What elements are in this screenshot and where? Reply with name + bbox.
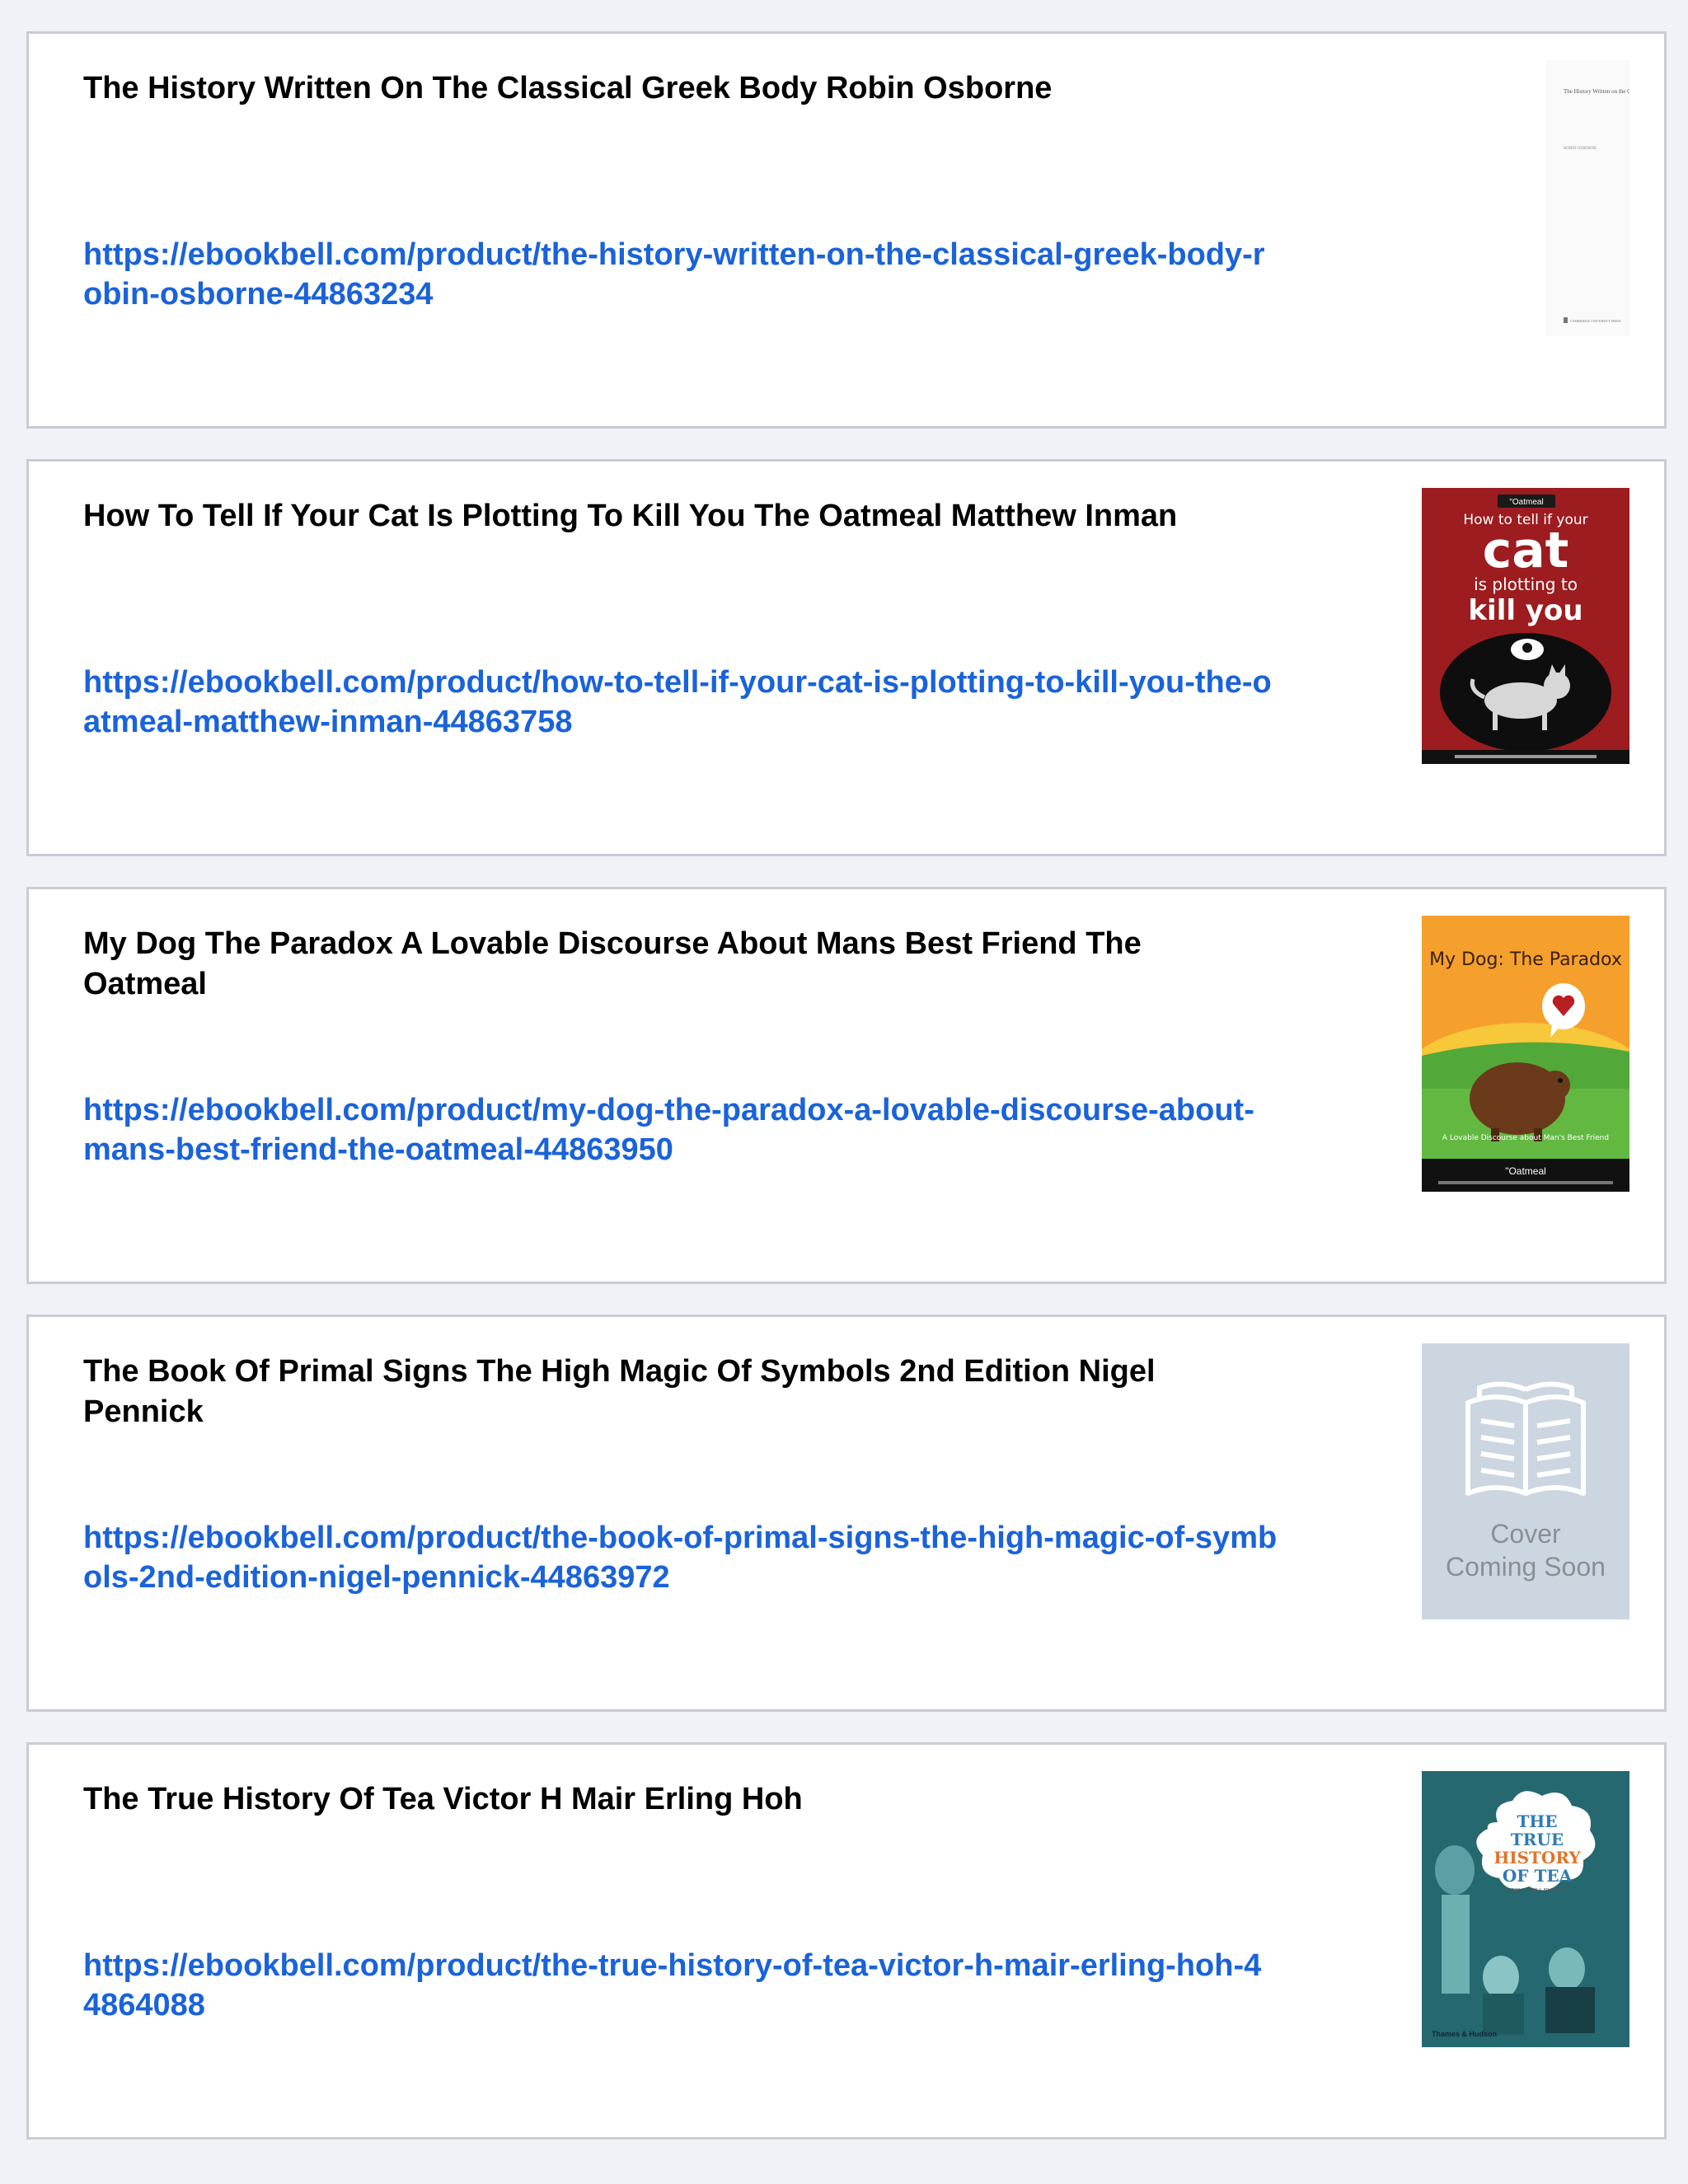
cover-author-text: ROBIN OSBORNE xyxy=(1564,147,1597,151)
book-link[interactable]: https://ebookbell.com/product/the-book-o… xyxy=(83,1518,1278,1597)
book-card: The History Written On The Classical Gre… xyxy=(26,31,1667,429)
cover-line3-text: HISTORY xyxy=(1493,1848,1581,1868)
cover-publisher-text: CAMBRIDGE UNIVERSITY PRESS xyxy=(1570,319,1621,323)
cover-publisher-text: Thames & Hudson xyxy=(1432,2030,1497,2038)
book-title: My Dog The Paradox A Lovable Discourse A… xyxy=(83,926,1142,1001)
book-card: The Book Of Primal Signs The High Magic … xyxy=(26,1315,1667,1712)
book-card: The True History Of Tea Victor H Mair Er… xyxy=(26,1742,1667,2139)
book-card: My Dog The Paradox A Lovable Discourse A… xyxy=(26,887,1667,1284)
book-title: The Book Of Primal Signs The High Magic … xyxy=(83,1354,1156,1429)
book-title: The History Written On The Classical Gre… xyxy=(83,71,1053,105)
cover-authors-text: VICTOR H. MAIR & ERLING HOH xyxy=(1505,1888,1570,1893)
cover-subtitle-text: A Lovable Discourse about Man's Best Fri… xyxy=(1442,1134,1609,1142)
cover-line1-text: THE xyxy=(1517,1811,1557,1831)
book-link[interactable]: https://ebookbell.com/product/the-histor… xyxy=(83,235,1278,314)
cover-line4-text: kill you xyxy=(1468,594,1582,627)
cover-badge-text: "Oatmeal xyxy=(1509,498,1543,507)
book-link[interactable]: https://ebookbell.com/product/how-to-tel… xyxy=(83,663,1278,742)
cover-title-text: The History Written on the Classical Gre… xyxy=(1564,88,1629,95)
book-cover-image[interactable]: My Dog: The Paradox A Lovable Discourse … xyxy=(1422,916,1629,1192)
book-link[interactable]: https://ebookbell.com/product/my-dog-the… xyxy=(83,1090,1278,1169)
book-link[interactable]: https://ebookbell.com/product/the-true-h… xyxy=(83,1946,1278,2025)
book-cover-image[interactable]: THE TRUE HISTORY OF TEA VICTOR H. MAIR &… xyxy=(1422,1771,1629,2047)
placeholder-line1-text: Cover xyxy=(1490,1519,1561,1549)
book-title: How To Tell If Your Cat Is Plotting To K… xyxy=(83,499,1178,533)
placeholder-line2-text: Coming Soon xyxy=(1446,1552,1606,1582)
cover-line2-text: TRUE xyxy=(1511,1830,1564,1849)
book-cover-image[interactable]: The History Written on the Classical Gre… xyxy=(1422,60,1629,336)
cover-brand-text: "Oatmeal xyxy=(1505,1165,1546,1177)
book-cover-image[interactable]: "Oatmeal How to tell if your cat is plot… xyxy=(1422,488,1629,764)
book-card: How To Tell If Your Cat Is Plotting To K… xyxy=(26,459,1667,856)
book-title: The True History Of Tea Victor H Mair Er… xyxy=(83,1782,803,1816)
cover-heading-text: My Dog: The Paradox xyxy=(1429,949,1622,970)
cover-line4-text: OF TEA xyxy=(1503,1866,1573,1886)
book-cover-placeholder[interactable]: Cover Coming Soon xyxy=(1422,1343,1629,1619)
cover-line3-text: is plotting to xyxy=(1474,574,1578,594)
cover-line2-text: cat xyxy=(1483,522,1569,579)
